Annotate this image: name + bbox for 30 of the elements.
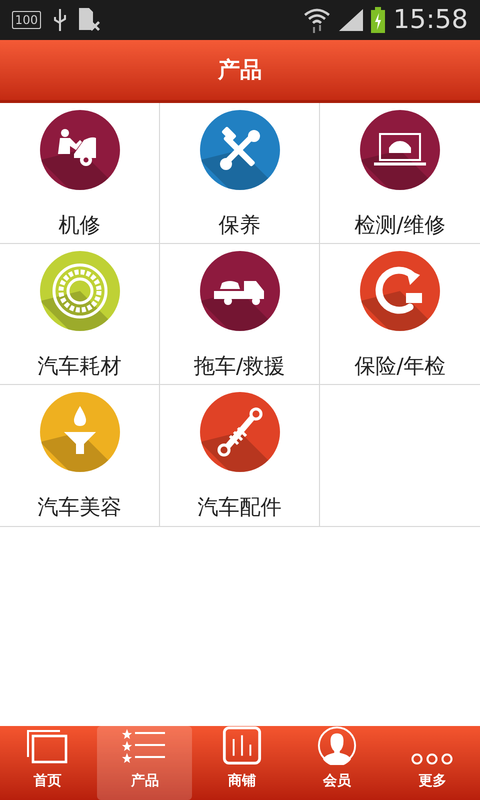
product-tile[interactable]: 保养 [160, 103, 320, 244]
more-icon [411, 753, 454, 765]
person-icon [316, 726, 358, 765]
bar-chart-icon [221, 726, 263, 765]
product-label: 保养 [218, 212, 260, 239]
product-label: 汽车耗材 [38, 353, 122, 380]
product-label: 检测/维修 [354, 212, 446, 239]
nav-tab[interactable]: 产品 [97, 726, 192, 800]
product-label: 机修 [58, 212, 100, 239]
usb-icon [52, 9, 67, 31]
product-label: 拖车/救援 [194, 353, 286, 380]
product-label: 汽车美容 [38, 494, 122, 521]
page-title: 产品 [218, 56, 262, 84]
product-label: 保险/年检 [354, 353, 446, 380]
product-tile[interactable]: 机修 [0, 103, 160, 244]
battery-charging-icon [371, 7, 386, 33]
wifi-icon [303, 7, 332, 33]
signal-icon [339, 9, 364, 31]
star-list-icon [122, 729, 168, 765]
product-tile[interactable]: 拖车/救援 [160, 244, 320, 385]
battery-level-text: 100 [12, 11, 41, 29]
sim-card-icon [78, 8, 101, 32]
nav-tab[interactable]: 首页 [0, 726, 96, 800]
nav-tab[interactable]: 更多 [384, 726, 480, 800]
clock-time: 15:58 [393, 7, 468, 33]
nav-tab[interactable]: 会员 [290, 726, 385, 800]
product-tile[interactable]: 汽车耗材 [0, 244, 160, 385]
windows-icon [26, 729, 70, 765]
product-label: 汽车配件 [198, 494, 282, 521]
nav-tab[interactable]: 商铺 [194, 726, 290, 800]
